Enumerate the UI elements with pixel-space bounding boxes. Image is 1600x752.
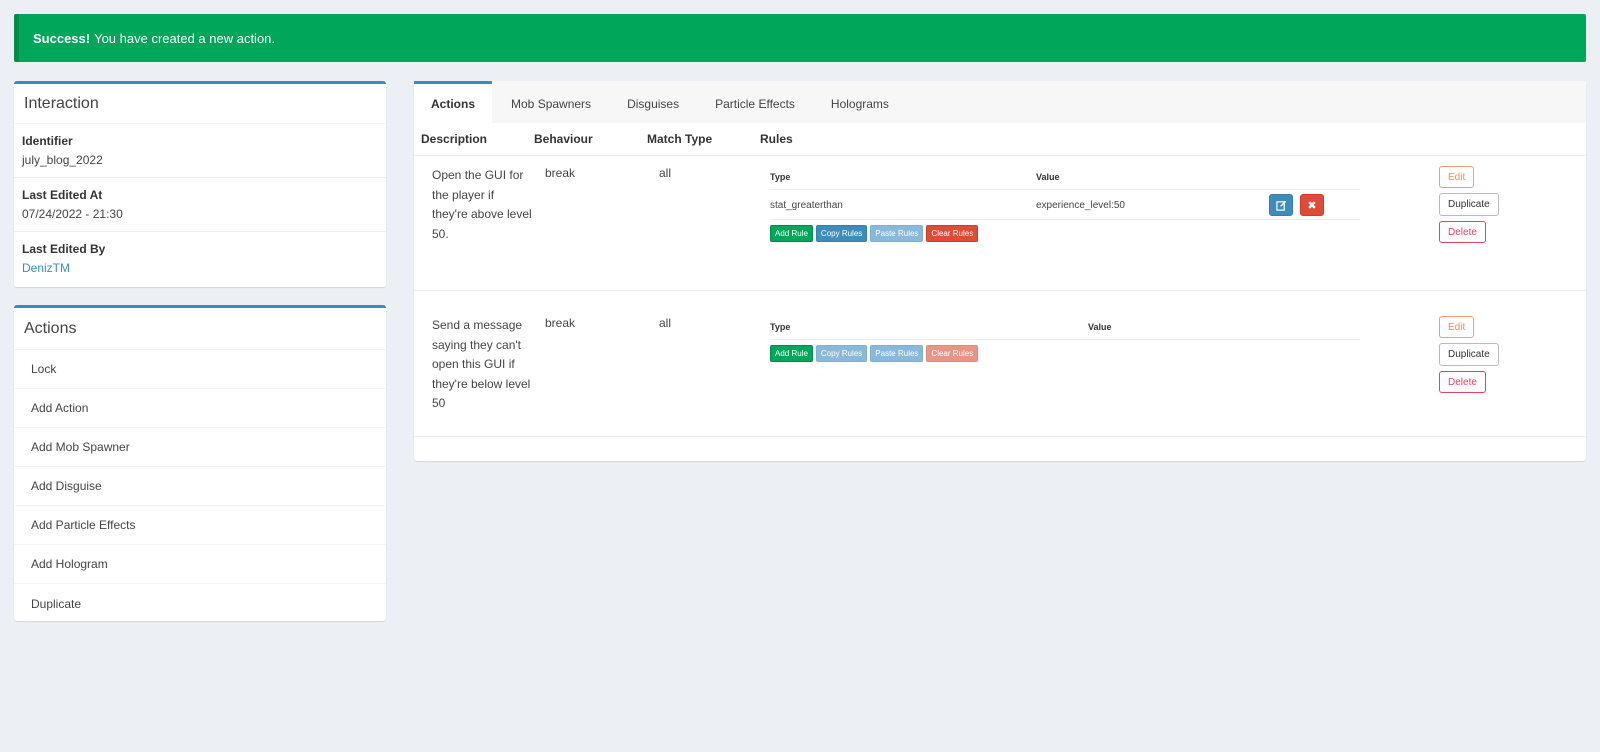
rules-header: Type Value [770, 156, 1360, 190]
rules-table: Type Value Add Rule Copy Rules Paste Rul… [770, 306, 1360, 362]
table-header: Description Behaviour Match Type Rules [414, 123, 1586, 156]
col-rules: Rules [760, 132, 793, 146]
info-value: july_blog_2022 [22, 153, 103, 167]
rule-value: experience_level:50 [1036, 200, 1125, 211]
copy-rules-button[interactable]: Copy Rules [815, 225, 868, 242]
table-row: Open the GUI for the player if they're a… [414, 156, 1586, 291]
paste-rules-button[interactable]: Paste Rules [870, 225, 924, 242]
add-mob-spawner-link[interactable]: Add Mob Spawner [14, 428, 386, 467]
col-description: Description [421, 132, 488, 146]
alert-message: You have created a new action. [94, 30, 276, 46]
add-disguise-link[interactable]: Add Disguise [14, 467, 386, 506]
row-actions: Edit Duplicate Delete [1439, 166, 1499, 243]
rules-header: Type Value [770, 306, 1360, 340]
info-label: Last Edited By [22, 242, 106, 256]
table-row: Send a message saying they can't open th… [414, 291, 1586, 437]
delete-action-button[interactable]: Delete [1439, 221, 1486, 243]
duplicate-link[interactable]: Duplicate [14, 584, 386, 623]
tab-particle-effects[interactable]: Particle Effects [698, 81, 812, 123]
remove-rule-button[interactable]: ✖ [1300, 194, 1324, 216]
add-particle-effects-link[interactable]: Add Particle Effects [14, 506, 386, 545]
copy-rules-button[interactable]: Copy Rules [815, 345, 868, 362]
row-description: Send a message saying they can't open th… [432, 318, 531, 410]
edit-action-button[interactable]: Edit [1439, 316, 1475, 338]
info-label: Last Edited At [22, 188, 103, 202]
row-actions: Edit Duplicate Delete [1439, 316, 1499, 393]
info-last-edited-at: Last Edited At 07/24/2022 - 21:30 [14, 178, 386, 232]
delete-action-button[interactable]: Delete [1439, 371, 1486, 393]
success-alert: Success! You have created a new action. [14, 14, 1586, 62]
add-rule-button[interactable]: Add Rule [770, 225, 813, 242]
tab-mob-spawners[interactable]: Mob Spawners [494, 81, 608, 123]
info-label: Identifier [22, 134, 73, 148]
tab-holograms[interactable]: Holograms [814, 81, 906, 123]
row-match-type: all [659, 166, 672, 180]
tab-disguises[interactable]: Disguises [610, 81, 696, 123]
paste-rules-button[interactable]: Paste Rules [870, 345, 924, 362]
rules-col-value: Value [1036, 172, 1060, 182]
editor-link[interactable]: DenizTM [22, 261, 378, 275]
interaction-box: Interaction Identifier july_blog_2022 La… [14, 81, 386, 287]
alert-strong: Success! [33, 30, 91, 46]
row-behaviour: break [545, 166, 576, 180]
col-behaviour: Behaviour [534, 132, 593, 146]
row-behaviour: break [545, 316, 576, 330]
row-match-type: all [659, 316, 672, 330]
actions-menu-box: Actions Lock Add Action Add Mob Spawner … [14, 305, 386, 621]
row-description: Open the GUI for the player if they're a… [432, 168, 532, 241]
add-rule-button[interactable]: Add Rule [770, 345, 813, 362]
tab-bar: Actions Mob Spawners Disguises Particle … [414, 81, 1586, 123]
tabs-panel: Actions Mob Spawners Disguises Particle … [414, 81, 1586, 461]
rule-buttons: Add Rule Copy Rules Paste Rules Clear Ru… [770, 225, 1360, 242]
rules-col-type: Type [770, 322, 791, 332]
rule-row: stat_greaterthan experience_level:50 ✖ [770, 190, 1360, 220]
add-action-link[interactable]: Add Action [14, 389, 386, 428]
rules-col-type: Type [770, 172, 791, 182]
rule-buttons: Add Rule Copy Rules Paste Rules Clear Ru… [770, 345, 1360, 362]
rule-type: stat_greaterthan [770, 200, 843, 211]
clear-rules-button[interactable]: Clear Rules [926, 345, 979, 362]
tab-actions[interactable]: Actions [414, 81, 493, 123]
duplicate-action-button[interactable]: Duplicate [1439, 343, 1499, 366]
add-hologram-link[interactable]: Add Hologram [14, 545, 386, 584]
edit-rule-button[interactable] [1269, 194, 1293, 216]
edit-icon [1275, 200, 1286, 211]
edit-action-button[interactable]: Edit [1439, 166, 1475, 188]
interaction-title: Interaction [14, 84, 386, 124]
rules-col-value: Value [1088, 322, 1112, 332]
info-value: 07/24/2022 - 21:30 [22, 207, 123, 221]
info-last-edited-by: Last Edited By DenizTM [14, 232, 386, 286]
rules-table: Type Value stat_greaterthan experience_l… [770, 156, 1360, 242]
clear-rules-button[interactable]: Clear Rules [926, 225, 979, 242]
times-icon: ✖ [1307, 199, 1317, 212]
actions-menu-title: Actions [14, 308, 386, 350]
info-identifier: Identifier july_blog_2022 [14, 124, 386, 178]
col-match-type: Match Type [647, 132, 713, 146]
duplicate-action-button[interactable]: Duplicate [1439, 193, 1499, 216]
lock-link[interactable]: Lock [14, 350, 386, 389]
